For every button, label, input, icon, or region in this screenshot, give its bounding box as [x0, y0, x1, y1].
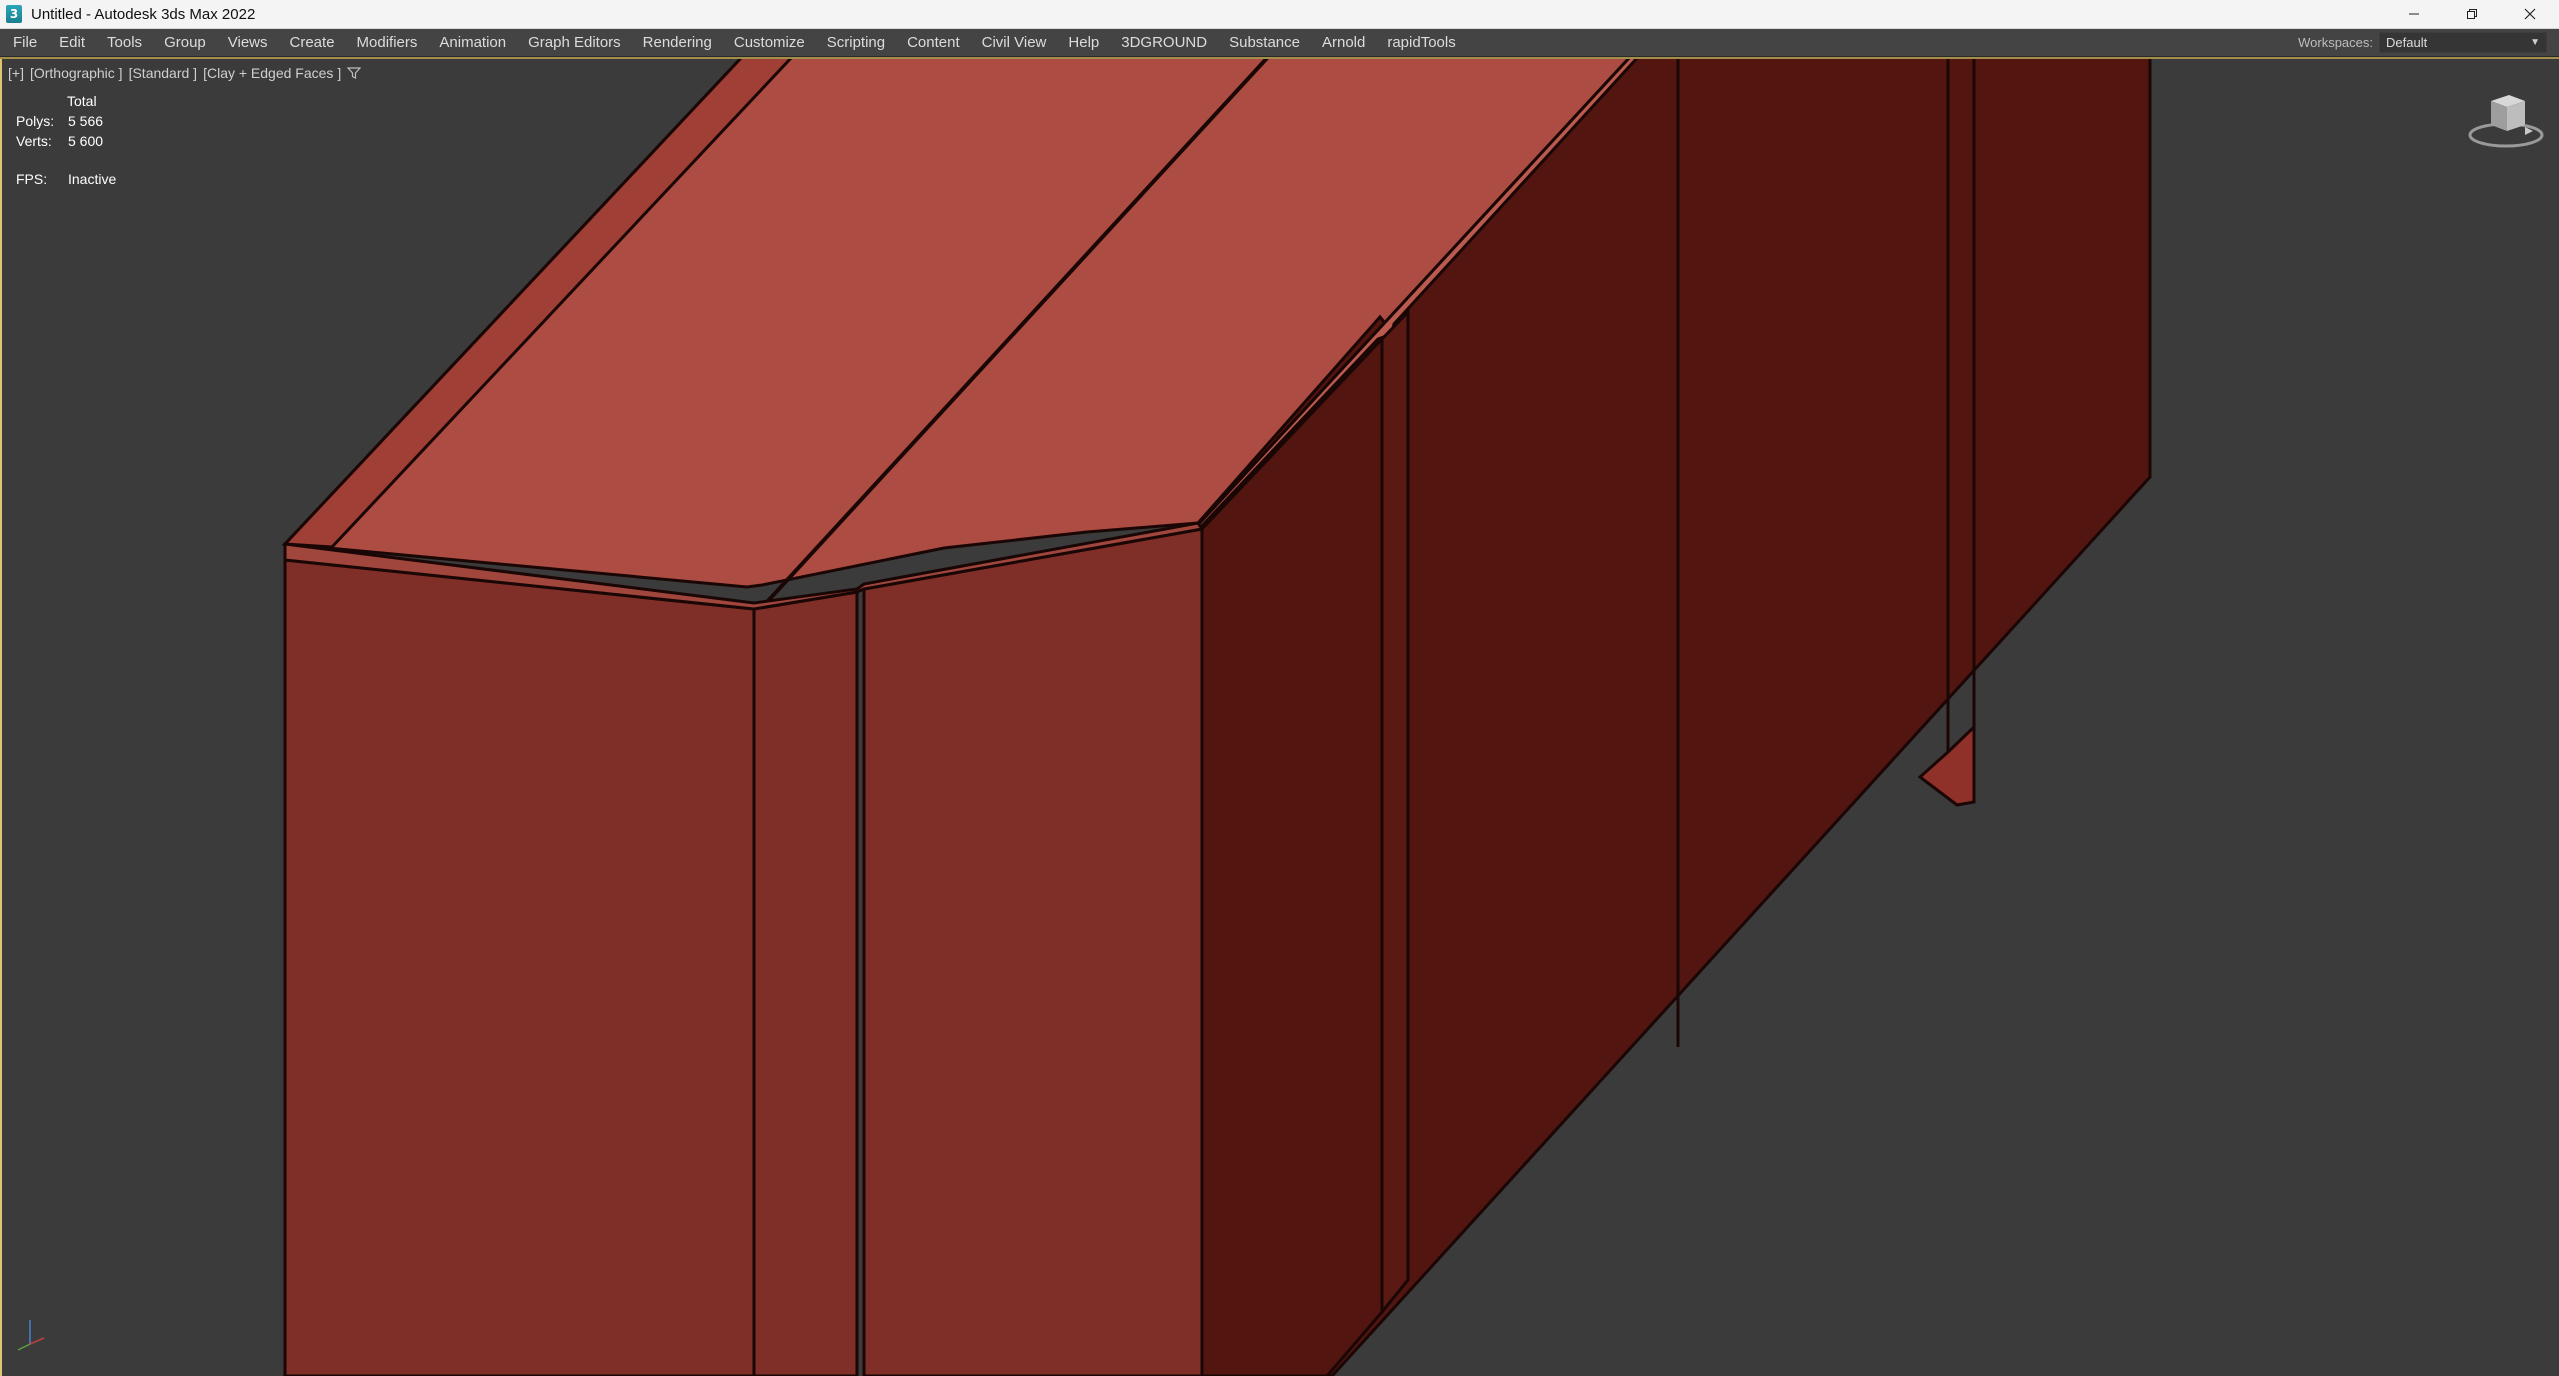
menu-scripting[interactable]: Scripting	[816, 29, 896, 56]
menu-content[interactable]: Content	[896, 29, 971, 56]
stats-polys-row: Polys: 5 566	[16, 111, 116, 131]
restore-icon	[2467, 9, 2477, 19]
title-bar: 3 Untitled - Autodesk 3ds Max 2022	[0, 0, 2559, 29]
workspace-value: Default	[2386, 35, 2428, 50]
model-front-face-right	[862, 527, 1204, 1376]
polys-value: 5 566	[68, 113, 104, 129]
scene-model[interactable]	[2, 57, 2559, 1376]
workspaces-area: Workspaces: Default ▼	[2298, 29, 2559, 56]
polys-label: Polys:	[16, 113, 55, 129]
verts-label: Verts:	[16, 133, 52, 149]
minimize-button[interactable]	[2385, 0, 2443, 28]
minimize-icon	[2409, 13, 2419, 15]
viewport-menu-plus[interactable]: [+]	[8, 65, 24, 81]
viewcube-icon[interactable]	[2467, 87, 2545, 153]
menu-rapidtools[interactable]: rapidTools	[1376, 29, 1466, 56]
stats-fps-row: FPS: Inactive	[16, 169, 116, 189]
model-front-face-left	[283, 558, 756, 1376]
restore-button[interactable]	[2443, 0, 2501, 28]
app-logo-icon[interactable]: 3	[6, 5, 22, 23]
menu-views[interactable]: Views	[217, 29, 279, 56]
workspaces-label: Workspaces:	[2298, 35, 2373, 50]
menu-create[interactable]: Create	[279, 29, 346, 56]
scene-statistics: Total Polys: 5 566 Verts: 5 600 FPS: Ina…	[16, 91, 116, 189]
model-front-face-narrow	[752, 590, 859, 1376]
perspective-viewport[interactable]: [+] [Orthographic ] [Standard ] [Clay + …	[0, 57, 2559, 1376]
fps-value: Inactive	[68, 171, 117, 187]
filter-icon[interactable]	[347, 66, 362, 80]
viewport-standard-label[interactable]: [Standard ]	[129, 65, 198, 81]
menu-rendering[interactable]: Rendering	[632, 29, 723, 56]
close-button[interactable]	[2501, 0, 2559, 28]
menu-help[interactable]: Help	[1057, 29, 1110, 56]
menu-graph-editors[interactable]: Graph Editors	[517, 29, 632, 56]
window-title: Untitled - Autodesk 3ds Max 2022	[31, 5, 256, 23]
model-side-face-strip	[1380, 308, 1410, 1317]
menu-group[interactable]: Group	[153, 29, 217, 56]
stats-verts-row: Verts: 5 600	[16, 131, 116, 151]
menu-substance[interactable]: Substance	[1218, 29, 1311, 56]
menu-edit[interactable]: Edit	[48, 29, 96, 56]
viewport-label: [+] [Orthographic ] [Standard ] [Clay + …	[8, 65, 362, 81]
menu-animation[interactable]: Animation	[428, 29, 517, 56]
menu-civil-view[interactable]: Civil View	[971, 29, 1058, 56]
verts-value: 5 600	[68, 133, 104, 149]
menu-bar: File Edit Tools Group Views Create Modif…	[0, 29, 2559, 57]
axis-tripod-icon	[17, 1320, 45, 1351]
menu-file[interactable]: File	[0, 29, 48, 56]
workspace-dropdown[interactable]: Default ▼	[2379, 32, 2547, 53]
viewport-active-border	[0, 57, 2559, 59]
menu-3dground[interactable]: 3DGROUND	[1110, 29, 1218, 56]
viewport-shading-label[interactable]: [Clay + Edged Faces ]	[203, 65, 341, 81]
menu-tools[interactable]: Tools	[96, 29, 153, 56]
viewport-view-label[interactable]: [Orthographic ]	[30, 65, 123, 81]
chevron-down-icon: ▼	[2530, 37, 2540, 48]
window-controls	[2385, 0, 2559, 28]
menu-arnold[interactable]: Arnold	[1311, 29, 1376, 56]
stats-header: Total	[67, 93, 97, 109]
menu-modifiers[interactable]: Modifiers	[346, 29, 429, 56]
menu-customize[interactable]: Customize	[723, 29, 816, 56]
close-icon	[2524, 8, 2536, 20]
fps-label: FPS:	[16, 171, 48, 187]
